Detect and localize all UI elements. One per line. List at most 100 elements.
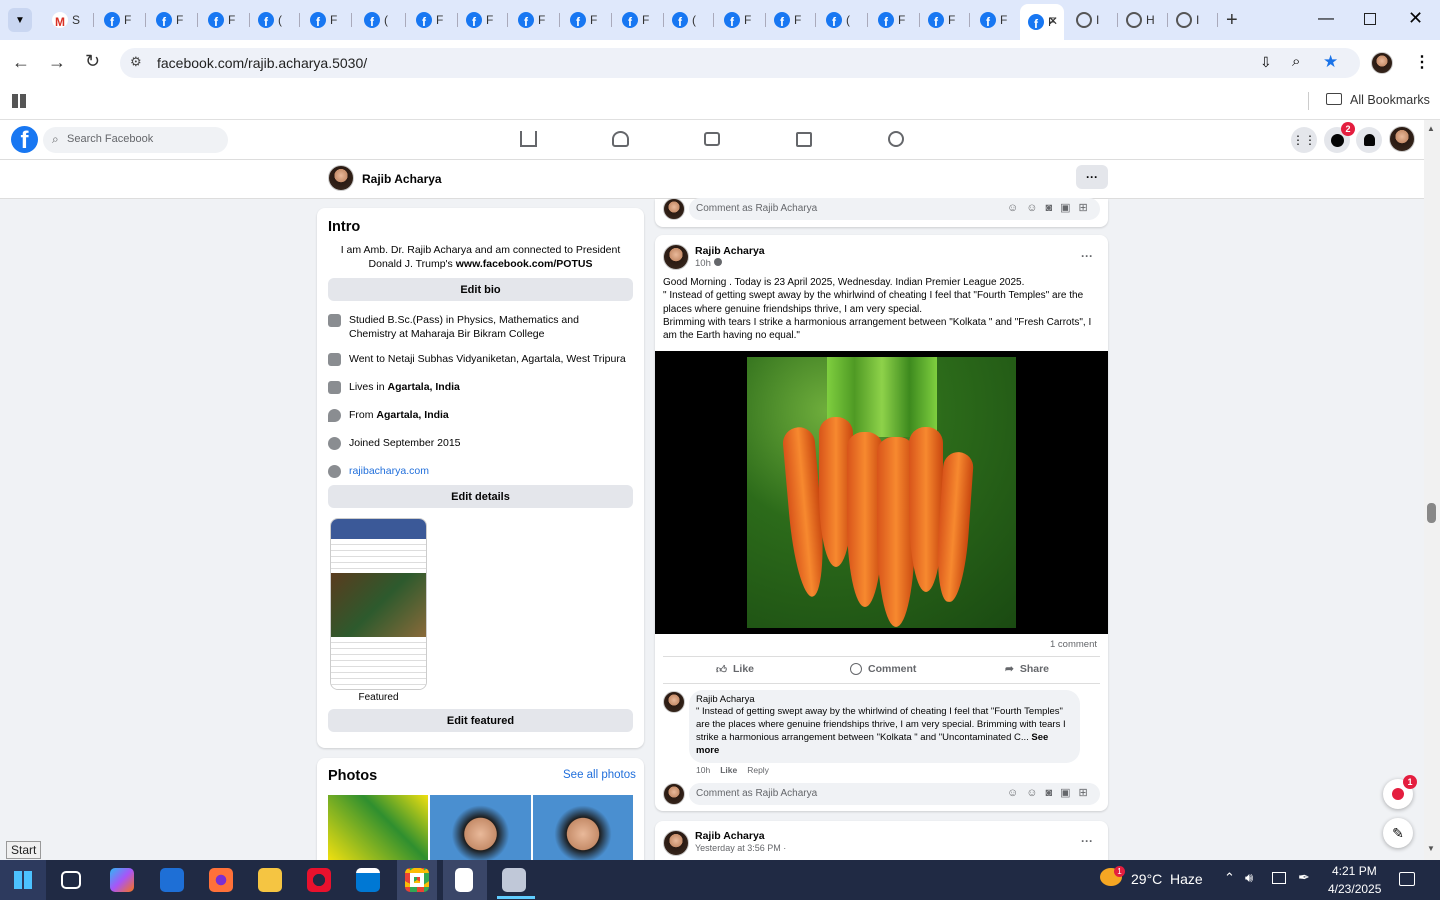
comment-reply-link[interactable]: Reply [747, 765, 769, 775]
website-link[interactable]: rajibacharya.com [349, 464, 429, 478]
forward-button[interactable]: → [48, 52, 66, 73]
chrome-icon[interactable] [405, 868, 429, 892]
see-all-photos-link[interactable]: See all photos [563, 769, 636, 781]
store-icon[interactable] [356, 868, 380, 892]
browser-tab[interactable]: fF [408, 8, 458, 32]
scrollbar-thumb[interactable] [1427, 503, 1436, 523]
home-nav-icon[interactable] [520, 131, 537, 147]
notifications-button[interactable] [1356, 127, 1382, 153]
facebook-logo[interactable]: f [11, 126, 38, 153]
browser-tab[interactable]: fF [302, 8, 352, 32]
media-app-icon[interactable] [502, 868, 526, 892]
groups-nav-icon[interactable] [888, 131, 904, 147]
site-info-icon[interactable]: ⚙ [130, 54, 142, 70]
url-text[interactable]: facebook.com/rajib.acharya.5030/ [157, 55, 367, 71]
profile-name[interactable]: Rajib Acharya [362, 172, 442, 186]
comment-author-avatar[interactable] [663, 691, 685, 713]
next-post-avatar[interactable] [663, 830, 689, 856]
post-options-button[interactable]: ··· [1081, 249, 1093, 263]
comment-input-bottom[interactable]: Comment as Rajib Acharya ☺☺◙▣⊞ [689, 783, 1100, 805]
browser-profile-avatar[interactable] [1371, 52, 1393, 74]
browser-tab[interactable]: fF [614, 8, 664, 32]
comment-like-link[interactable]: Like [720, 765, 737, 775]
comment-input-top[interactable]: Comment as Rajib Acharya ☺☺◙▣⊞ [689, 198, 1100, 220]
next-post-author[interactable]: Rajib Acharya [695, 830, 765, 842]
address-bar[interactable]: ⚙ facebook.com/rajib.acharya.5030/ ⇩ ⌕ ★ [120, 48, 1360, 78]
edit-bio-button[interactable]: Edit bio [328, 278, 633, 301]
post-author-avatar[interactable] [663, 244, 689, 270]
apps-grid-icon[interactable] [12, 94, 26, 108]
browser-tab[interactable]: f( [664, 8, 714, 32]
featured-thumbnail[interactable] [330, 518, 427, 690]
new-tab-button[interactable]: + [1226, 9, 1238, 32]
browser-tab[interactable]: f( [250, 8, 300, 32]
marketplace-nav-icon[interactable] [796, 132, 812, 147]
browser-tab[interactable]: I [1168, 8, 1218, 32]
new-message-button[interactable]: ✎ [1383, 818, 1413, 848]
comment-button[interactable]: Comment [850, 663, 916, 675]
file-explorer-icon[interactable] [258, 868, 282, 892]
search-facebook-input[interactable]: ⌕ Search Facebook [43, 127, 228, 153]
close-tab-icon[interactable]: ✕ [1048, 14, 1058, 28]
post-author[interactable]: Rajib Acharya [695, 245, 765, 257]
lives-place[interactable]: Agartala, India [388, 381, 460, 393]
browser-tab[interactable]: MS [44, 8, 94, 32]
browser-tab[interactable]: f( [818, 8, 868, 32]
like-button[interactable]: 👍︎ Like [716, 663, 754, 676]
back-button[interactable]: ← [12, 52, 30, 73]
friends-nav-icon[interactable] [612, 131, 629, 147]
all-bookmarks-link[interactable]: All Bookmarks [1350, 93, 1430, 107]
tab-search-button[interactable]: ▼ [8, 8, 32, 32]
browser-tab[interactable]: fF [870, 8, 920, 32]
post-image[interactable] [655, 351, 1108, 634]
browser-tab[interactable]: fF [148, 8, 198, 32]
browser-tab[interactable]: I [1068, 8, 1118, 32]
page-scrollbar[interactable]: ▲ ▼ [1424, 120, 1440, 860]
browser-tab[interactable]: fF [200, 8, 250, 32]
comment-time[interactable]: 10h [696, 765, 710, 775]
weather-temp[interactable]: 29°C [1131, 871, 1162, 887]
browser-tab[interactable]: fF [766, 8, 816, 32]
pen-icon[interactable]: ✒ [1298, 869, 1310, 886]
photo-thumb-3[interactable] [533, 795, 633, 860]
share-button[interactable]: ➦ Share [1005, 663, 1049, 675]
menu-grid-button[interactable]: ⋮⋮ [1291, 127, 1317, 153]
zoom-icon[interactable]: ⌕ [1292, 53, 1300, 70]
comments-count[interactable]: 1 comment [1050, 639, 1097, 650]
browser-tab[interactable]: H [1118, 8, 1168, 32]
edit-details-button[interactable]: Edit details [328, 485, 633, 508]
clock-date[interactable]: 4/23/2025 [1328, 882, 1381, 896]
photo-thumb-1[interactable] [328, 795, 428, 860]
close-window-button[interactable]: ✕ [1408, 8, 1423, 29]
volume-icon[interactable]: 🔊︎ [1245, 870, 1253, 886]
minimize-button[interactable]: — [1318, 10, 1334, 28]
opera-icon[interactable] [307, 868, 331, 892]
photo-thumb-2[interactable] [430, 795, 531, 860]
browser-tab[interactable]: f F ✕ [1020, 4, 1064, 40]
next-post-time[interactable]: Yesterday at 3:56 PM · [695, 843, 786, 853]
from-place[interactable]: Agartala, India [376, 409, 448, 421]
watch-nav-icon[interactable] [704, 132, 720, 146]
maximize-button[interactable] [1364, 13, 1376, 25]
browser-tab[interactable]: fF [920, 8, 970, 32]
copilot-icon[interactable] [110, 868, 134, 892]
task-view-icon[interactable] [61, 871, 81, 889]
browser-tab[interactable]: fF [458, 8, 508, 32]
comment-author[interactable]: Rajib Acharya [696, 694, 1073, 705]
browser-tab[interactable]: f( [356, 8, 406, 32]
edit-featured-button[interactable]: Edit featured [328, 709, 633, 732]
next-post-options[interactable]: ··· [1081, 834, 1093, 848]
browser-tab[interactable]: fF [972, 8, 1022, 32]
tray-chevron-icon[interactable]: ⌃ [1224, 870, 1235, 886]
bookmark-star-icon[interactable]: ★ [1323, 52, 1338, 72]
browser-menu-icon[interactable]: ⋮ [1414, 52, 1430, 72]
notepad-icon[interactable] [455, 868, 473, 892]
account-avatar[interactable] [1389, 126, 1415, 152]
install-icon[interactable]: ⇩ [1260, 54, 1272, 71]
browser-tab[interactable]: fF [562, 8, 612, 32]
profile-more-button[interactable]: ··· [1076, 165, 1108, 189]
start-button[interactable] [0, 860, 46, 900]
firefox-icon[interactable] [209, 868, 233, 892]
browser-tab[interactable]: fF [510, 8, 560, 32]
scroll-down-arrow[interactable]: ▼ [1427, 844, 1435, 853]
